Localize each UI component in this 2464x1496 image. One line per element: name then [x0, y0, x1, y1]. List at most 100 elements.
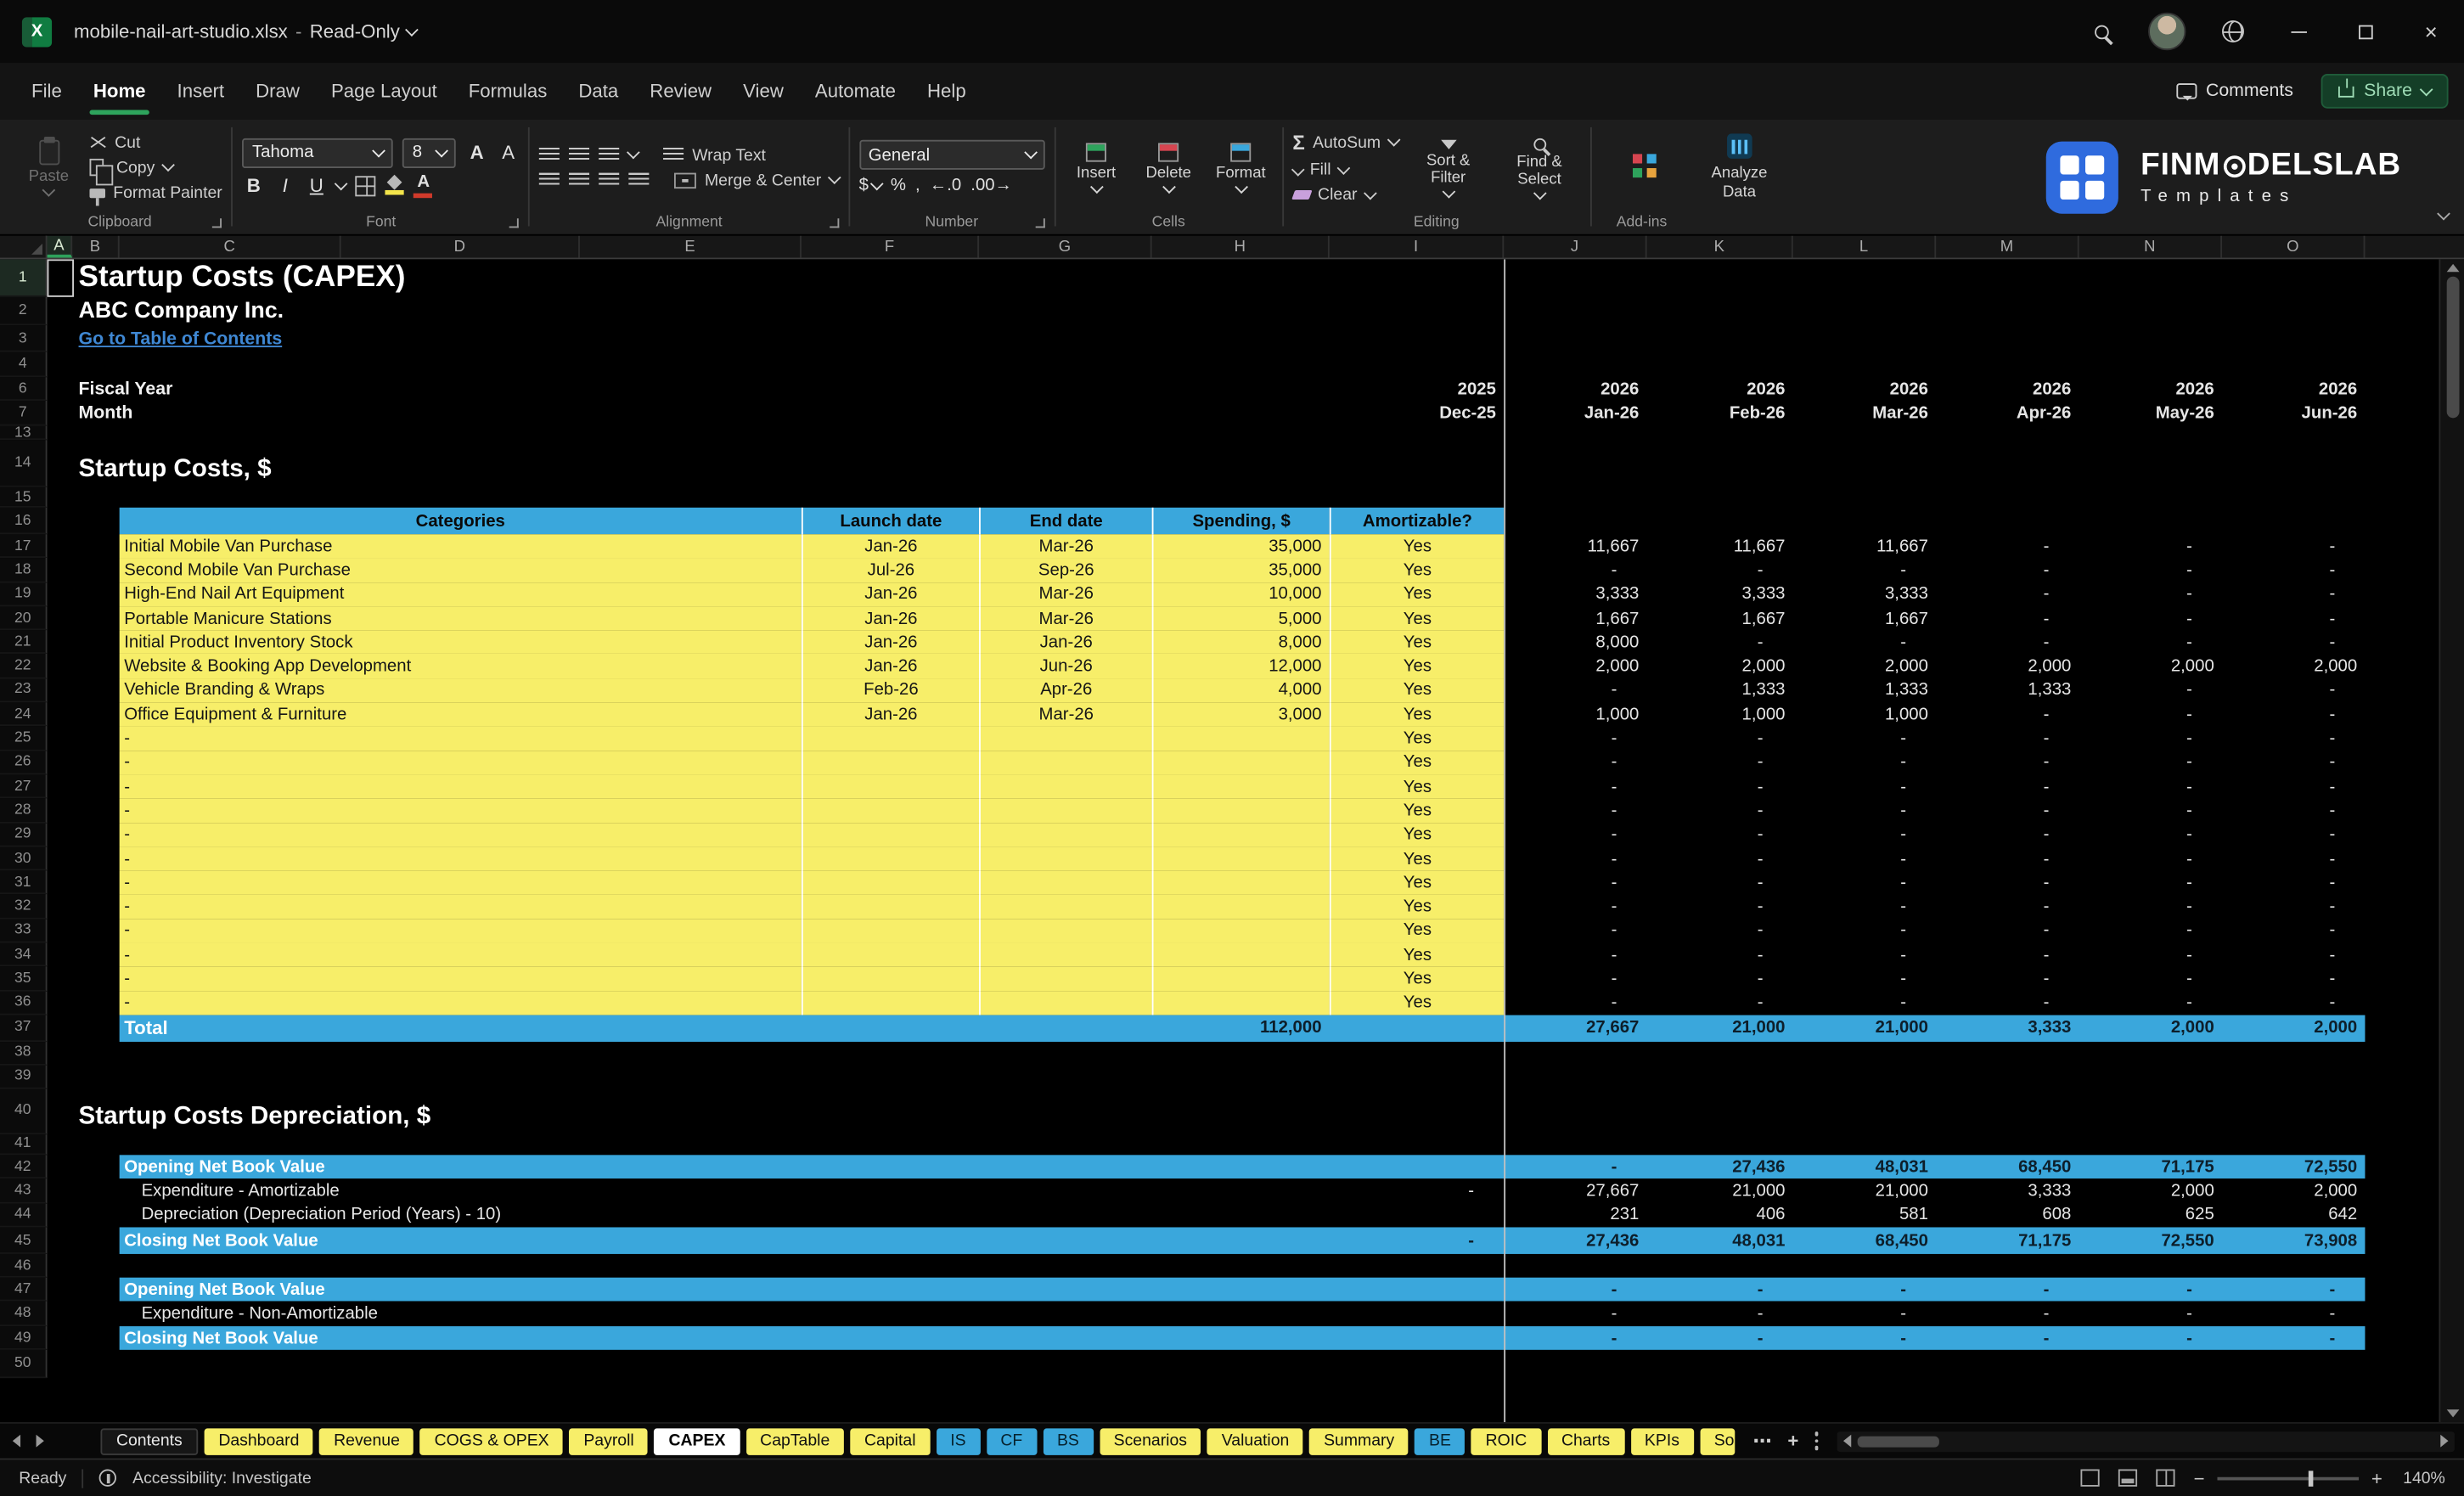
month-cell[interactable]: -	[1647, 895, 1793, 919]
month-cell[interactable]: Mar-26	[1793, 401, 1936, 426]
month-cell[interactable]: -	[1504, 967, 1646, 991]
row-header-20[interactable]: 20	[0, 606, 48, 631]
category-cell[interactable]: -	[119, 774, 802, 799]
menu-draw[interactable]: Draw	[240, 63, 316, 120]
row-header-1[interactable]: 1	[0, 259, 48, 297]
row-header-19[interactable]: 19	[0, 582, 48, 607]
sheet-tab-charts[interactable]: Charts	[1547, 1427, 1624, 1454]
month-cell[interactable]: -	[2079, 1302, 2222, 1325]
month-cell[interactable]: -	[1793, 871, 1936, 895]
month-cell[interactable]: 2,000	[2079, 655, 2222, 678]
launch-date-cell[interactable]: Jan-26	[801, 582, 980, 607]
align-right-icon[interactable]	[599, 172, 621, 188]
month-cell[interactable]: 73,908	[2222, 1228, 2365, 1254]
month-cell[interactable]: Apr-26	[1936, 401, 2079, 426]
month-cell[interactable]: -	[2079, 871, 2222, 895]
month-cell[interactable]: 2026	[1647, 377, 1793, 401]
fill-color-button[interactable]	[385, 174, 405, 195]
month-cell[interactable]: 2,000	[1504, 655, 1646, 678]
row-header-31[interactable]: 31	[0, 870, 48, 895]
month-cell[interactable]: 3,333	[1793, 582, 1936, 606]
column-header-A[interactable]: A	[47, 235, 73, 258]
launch-date-cell[interactable]	[801, 870, 980, 895]
row-header-16[interactable]: 16	[0, 507, 48, 535]
row-header-29[interactable]: 29	[0, 823, 48, 847]
month-cell[interactable]: 72,550	[2222, 1155, 2365, 1178]
month-cell[interactable]: 1,667	[1647, 606, 1793, 630]
month-cell[interactable]: -	[1504, 846, 1646, 870]
month-cell[interactable]: 1,667	[1793, 606, 1936, 630]
month-cell[interactable]: -	[1647, 919, 1793, 942]
zoom-out-button[interactable]: −	[2194, 1467, 2205, 1489]
spending-cell[interactable]: 3,000	[1151, 702, 1330, 727]
category-cell[interactable]: -	[119, 991, 802, 1015]
month-cell[interactable]: -	[1793, 943, 1936, 967]
column-header-K[interactable]: K	[1647, 235, 1793, 258]
end-date-cell[interactable]: Mar-26	[979, 606, 1152, 631]
month-cell[interactable]: 581	[1793, 1203, 1936, 1228]
month-cell[interactable]: 1,000	[1504, 702, 1646, 726]
month-cell[interactable]: -	[2079, 631, 2222, 655]
toc-link[interactable]: Go to Table of Contents	[79, 329, 283, 348]
maximize-button[interactable]	[2332, 0, 2399, 63]
menu-page-layout[interactable]: Page Layout	[315, 63, 453, 120]
month-cell[interactable]: 2,000	[2222, 1179, 2365, 1203]
month-cell[interactable]: -	[1647, 967, 1793, 991]
row-header-27[interactable]: 27	[0, 774, 48, 799]
month-cell[interactable]: 1,333	[1793, 678, 1936, 702]
month-cell[interactable]: -	[2222, 871, 2365, 895]
vertical-scrollbar[interactable]	[2439, 259, 2464, 1422]
category-cell[interactable]: -	[119, 798, 802, 824]
month-cell[interactable]: 11,667	[1647, 534, 1793, 558]
row-header-33[interactable]: 33	[0, 919, 48, 943]
column-header-J[interactable]: J	[1504, 235, 1647, 258]
row-header-48[interactable]: 48	[0, 1302, 48, 1326]
launch-date-cell[interactable]: Jan-26	[801, 630, 980, 655]
analyze-data-button[interactable]: Analyze Data	[1698, 131, 1780, 205]
month-cell[interactable]: -	[1936, 871, 2079, 895]
row-header-39[interactable]: 39	[0, 1065, 48, 1089]
month-cell[interactable]: 3,333	[1647, 582, 1793, 606]
row-header-22[interactable]: 22	[0, 654, 48, 679]
amortizable-cell[interactable]: Yes	[1329, 678, 1505, 703]
month-cell[interactable]: -	[1647, 631, 1793, 655]
row-header-15[interactable]: 15	[0, 486, 48, 508]
category-cell[interactable]: Initial Mobile Van Purchase	[119, 534, 802, 559]
row-header-49[interactable]: 49	[0, 1325, 48, 1351]
month-cell[interactable]: -	[1793, 774, 1936, 798]
sheet-tab-capex[interactable]: CAPEX	[654, 1427, 740, 1454]
month-cell[interactable]: -	[1793, 1326, 1936, 1351]
month-cell[interactable]: -	[1936, 774, 2079, 798]
launch-date-cell[interactable]	[801, 751, 980, 775]
next-sheet-icon[interactable]	[36, 1434, 44, 1448]
launch-date-cell[interactable]	[801, 966, 980, 992]
month-cell[interactable]: -	[2222, 799, 2365, 823]
amortizable-cell[interactable]: Yes	[1329, 582, 1505, 607]
collapse-ribbon-button[interactable]	[2437, 198, 2450, 226]
month-cell[interactable]: -	[1504, 943, 1646, 967]
month-cell[interactable]: -	[1504, 1278, 1646, 1302]
month-cell[interactable]: -	[1504, 751, 1646, 774]
launch-date-cell[interactable]: Jan-26	[801, 606, 980, 631]
menu-review[interactable]: Review	[634, 63, 728, 120]
menu-automate[interactable]: Automate	[799, 63, 911, 120]
month-cell[interactable]: -	[1504, 799, 1646, 823]
spending-cell[interactable]	[1151, 966, 1330, 992]
align-left-icon[interactable]	[539, 172, 560, 188]
month-cell[interactable]: -	[2222, 846, 2365, 870]
line-item-cell[interactable]: -	[1330, 1179, 1504, 1203]
end-date-cell[interactable]: Sep-26	[979, 558, 1152, 582]
row-header-45[interactable]: 45	[0, 1227, 48, 1255]
spending-cell[interactable]	[1151, 751, 1330, 775]
menu-formulas[interactable]: Formulas	[453, 63, 563, 120]
launch-date-cell[interactable]	[801, 942, 980, 967]
column-header-N[interactable]: N	[2079, 235, 2223, 258]
spending-cell[interactable]	[1151, 726, 1330, 751]
month-cell[interactable]: -	[2222, 727, 2365, 751]
paste-button[interactable]: Paste	[17, 137, 80, 197]
month-cell[interactable]: 27,667	[1504, 1015, 1646, 1042]
column-header-F[interactable]: F	[802, 235, 980, 258]
category-cell[interactable]: Website & Booking App Development	[119, 654, 802, 679]
row-header-42[interactable]: 42	[0, 1155, 48, 1179]
month-cell[interactable]: -	[1504, 774, 1646, 798]
